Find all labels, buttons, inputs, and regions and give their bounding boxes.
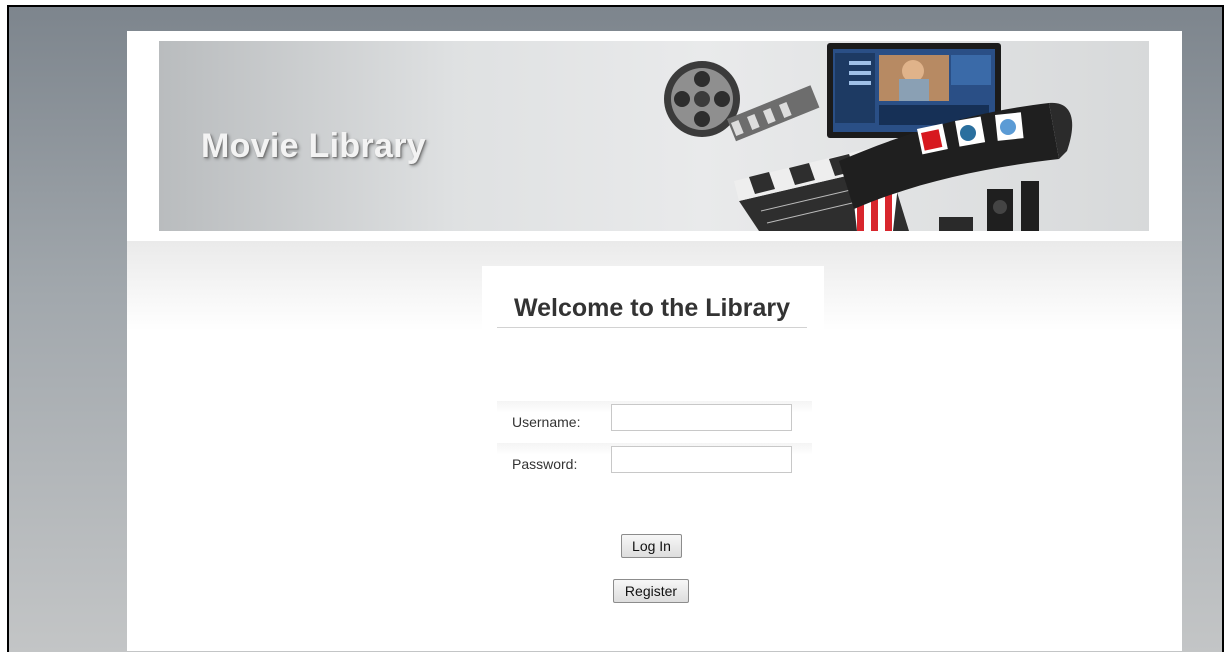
- site-header-banner: Movie Library: [159, 41, 1149, 231]
- register-button[interactable]: Register: [613, 579, 689, 603]
- speaker-icon: [939, 181, 1039, 231]
- browser-frame: Movie Library Welcome to the Library Use…: [7, 5, 1224, 652]
- login-button[interactable]: Log In: [621, 534, 682, 558]
- password-input[interactable]: [611, 446, 792, 473]
- username-input[interactable]: [611, 404, 792, 431]
- site-title: Movie Library: [201, 127, 426, 165]
- password-label: Password:: [512, 456, 578, 472]
- login-panel: Welcome to the Library Username: Passwor…: [482, 266, 824, 603]
- movie-collage-image: [664, 43, 1073, 231]
- username-label: Username:: [512, 414, 581, 430]
- username-row: Username:: [497, 401, 812, 439]
- film-reel-icon: [664, 61, 820, 142]
- page-container: Movie Library Welcome to the Library Use…: [127, 31, 1182, 651]
- password-row: Password:: [497, 443, 812, 481]
- welcome-heading: Welcome to the Library: [497, 294, 807, 328]
